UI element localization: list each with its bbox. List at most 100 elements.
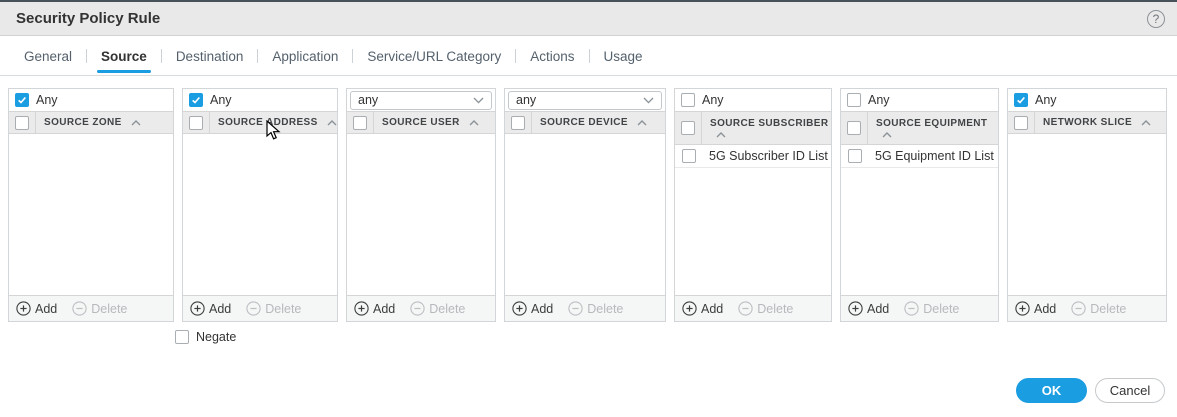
dropdown-row: any: [505, 89, 665, 111]
tab-divider: [0, 75, 1177, 76]
column-footer: Add Delete: [675, 295, 831, 321]
sort-asc-icon[interactable]: [716, 132, 726, 138]
column-footer: Add Delete: [183, 295, 337, 321]
any-checkbox[interactable]: [1014, 93, 1028, 107]
sort-asc-icon[interactable]: [637, 120, 647, 126]
item-checkbox[interactable]: [682, 149, 696, 163]
security-policy-rule-dialog: Security Policy Rule ? General Source De…: [0, 0, 1177, 417]
delete-label: Delete: [587, 302, 623, 316]
any-checkbox[interactable]: [15, 93, 29, 107]
column-title: SOURCE DEVICE: [540, 117, 628, 128]
any-row: Any: [1008, 89, 1166, 111]
select-all-checkbox[interactable]: [1014, 116, 1028, 130]
plus-circle-icon: [354, 301, 369, 316]
cancel-button[interactable]: Cancel: [1095, 378, 1165, 403]
tab-application[interactable]: Application: [268, 36, 342, 76]
any-checkbox[interactable]: [847, 93, 861, 107]
column-title: SOURCE USER: [382, 117, 460, 128]
delete-label: Delete: [923, 302, 959, 316]
sort-asc-icon[interactable]: [882, 132, 892, 138]
network-slice-column: Any NETWORK SLICE Add Delete: [1007, 88, 1167, 322]
column-header[interactable]: SOURCE ADDRESS: [183, 111, 337, 134]
select-all-checkbox[interactable]: [847, 121, 861, 135]
minus-circle-icon: [72, 301, 87, 316]
column-footer: Add Delete: [9, 295, 173, 321]
column-header[interactable]: SOURCE USER: [347, 111, 495, 134]
column-body: [505, 134, 665, 295]
plus-circle-icon: [682, 301, 697, 316]
plus-circle-icon: [512, 301, 527, 316]
add-button[interactable]: Add: [354, 301, 395, 316]
dialog-titlebar: Security Policy Rule: [0, 2, 1177, 36]
dropdown-value: any: [516, 93, 536, 107]
any-label: Any: [702, 93, 724, 107]
tab-separator: [589, 49, 590, 63]
help-icon[interactable]: ?: [1147, 10, 1165, 28]
item-label: 5G Subscriber ID List: [709, 149, 828, 163]
column-footer: Add Delete: [1008, 295, 1166, 321]
column-body: [347, 134, 495, 295]
minus-circle-icon: [904, 301, 919, 316]
tab-general[interactable]: General: [20, 36, 76, 76]
delete-button[interactable]: Delete: [904, 301, 959, 316]
select-all-checkbox[interactable]: [353, 116, 367, 130]
item-label: 5G Equipment ID List: [875, 149, 994, 163]
negate-checkbox[interactable]: Negate: [175, 330, 236, 344]
source-user-column: any SOURCE USER Add Delete: [346, 88, 496, 322]
tab-separator: [352, 49, 353, 63]
delete-button[interactable]: Delete: [1071, 301, 1126, 316]
sort-asc-icon[interactable]: [327, 120, 337, 126]
column-header[interactable]: SOURCE DEVICE: [505, 111, 665, 134]
sort-asc-icon[interactable]: [131, 120, 141, 126]
tab-usage[interactable]: Usage: [600, 36, 647, 76]
any-checkbox[interactable]: [681, 93, 695, 107]
add-button[interactable]: Add: [682, 301, 723, 316]
tab-destination[interactable]: Destination: [172, 36, 248, 76]
add-button[interactable]: Add: [1015, 301, 1056, 316]
source-device-dropdown[interactable]: any: [508, 91, 662, 110]
check-icon: [17, 95, 27, 105]
column-body: [183, 134, 337, 295]
ok-button[interactable]: OK: [1016, 378, 1087, 403]
column-title: SOURCE ADDRESS: [218, 117, 318, 128]
delete-label: Delete: [91, 302, 127, 316]
column-header[interactable]: SOURCE SUBSCRIBER: [675, 111, 831, 145]
dropdown-value: any: [358, 93, 378, 107]
sort-asc-icon[interactable]: [469, 120, 479, 126]
delete-button[interactable]: Delete: [568, 301, 623, 316]
delete-button[interactable]: Delete: [738, 301, 793, 316]
delete-button[interactable]: Delete: [410, 301, 465, 316]
any-checkbox[interactable]: [189, 93, 203, 107]
select-all-checkbox[interactable]: [189, 116, 203, 130]
tab-service-url-category[interactable]: Service/URL Category: [363, 36, 505, 76]
any-label: Any: [210, 93, 232, 107]
add-button[interactable]: Add: [190, 301, 231, 316]
add-button[interactable]: Add: [848, 301, 889, 316]
select-all-checkbox[interactable]: [681, 121, 695, 135]
source-user-dropdown[interactable]: any: [350, 91, 492, 110]
dropdown-row: any: [347, 89, 495, 111]
list-item[interactable]: 5G Subscriber ID List: [675, 145, 831, 168]
column-header[interactable]: NETWORK SLICE: [1008, 111, 1166, 134]
delete-button[interactable]: Delete: [72, 301, 127, 316]
tab-source[interactable]: Source: [97, 36, 151, 76]
delete-button[interactable]: Delete: [246, 301, 301, 316]
plus-circle-icon: [1015, 301, 1030, 316]
column-body: [1008, 134, 1166, 295]
add-button[interactable]: Add: [512, 301, 553, 316]
select-all-checkbox[interactable]: [15, 116, 29, 130]
column-header[interactable]: SOURCE ZONE: [9, 111, 173, 134]
sort-asc-icon[interactable]: [1141, 120, 1151, 126]
minus-circle-icon: [1071, 301, 1086, 316]
tab-actions[interactable]: Actions: [526, 36, 578, 76]
column-header[interactable]: SOURCE EQUIPMENT: [841, 111, 998, 145]
add-button[interactable]: Add: [16, 301, 57, 316]
add-label: Add: [1034, 302, 1056, 316]
negate-checkbox-box[interactable]: [175, 330, 189, 344]
add-label: Add: [867, 302, 889, 316]
list-item[interactable]: 5G Equipment ID List: [841, 145, 998, 168]
tab-bar: General Source Destination Application S…: [0, 36, 1177, 76]
item-checkbox[interactable]: [848, 149, 862, 163]
tab-separator: [161, 49, 162, 63]
select-all-checkbox[interactable]: [511, 116, 525, 130]
